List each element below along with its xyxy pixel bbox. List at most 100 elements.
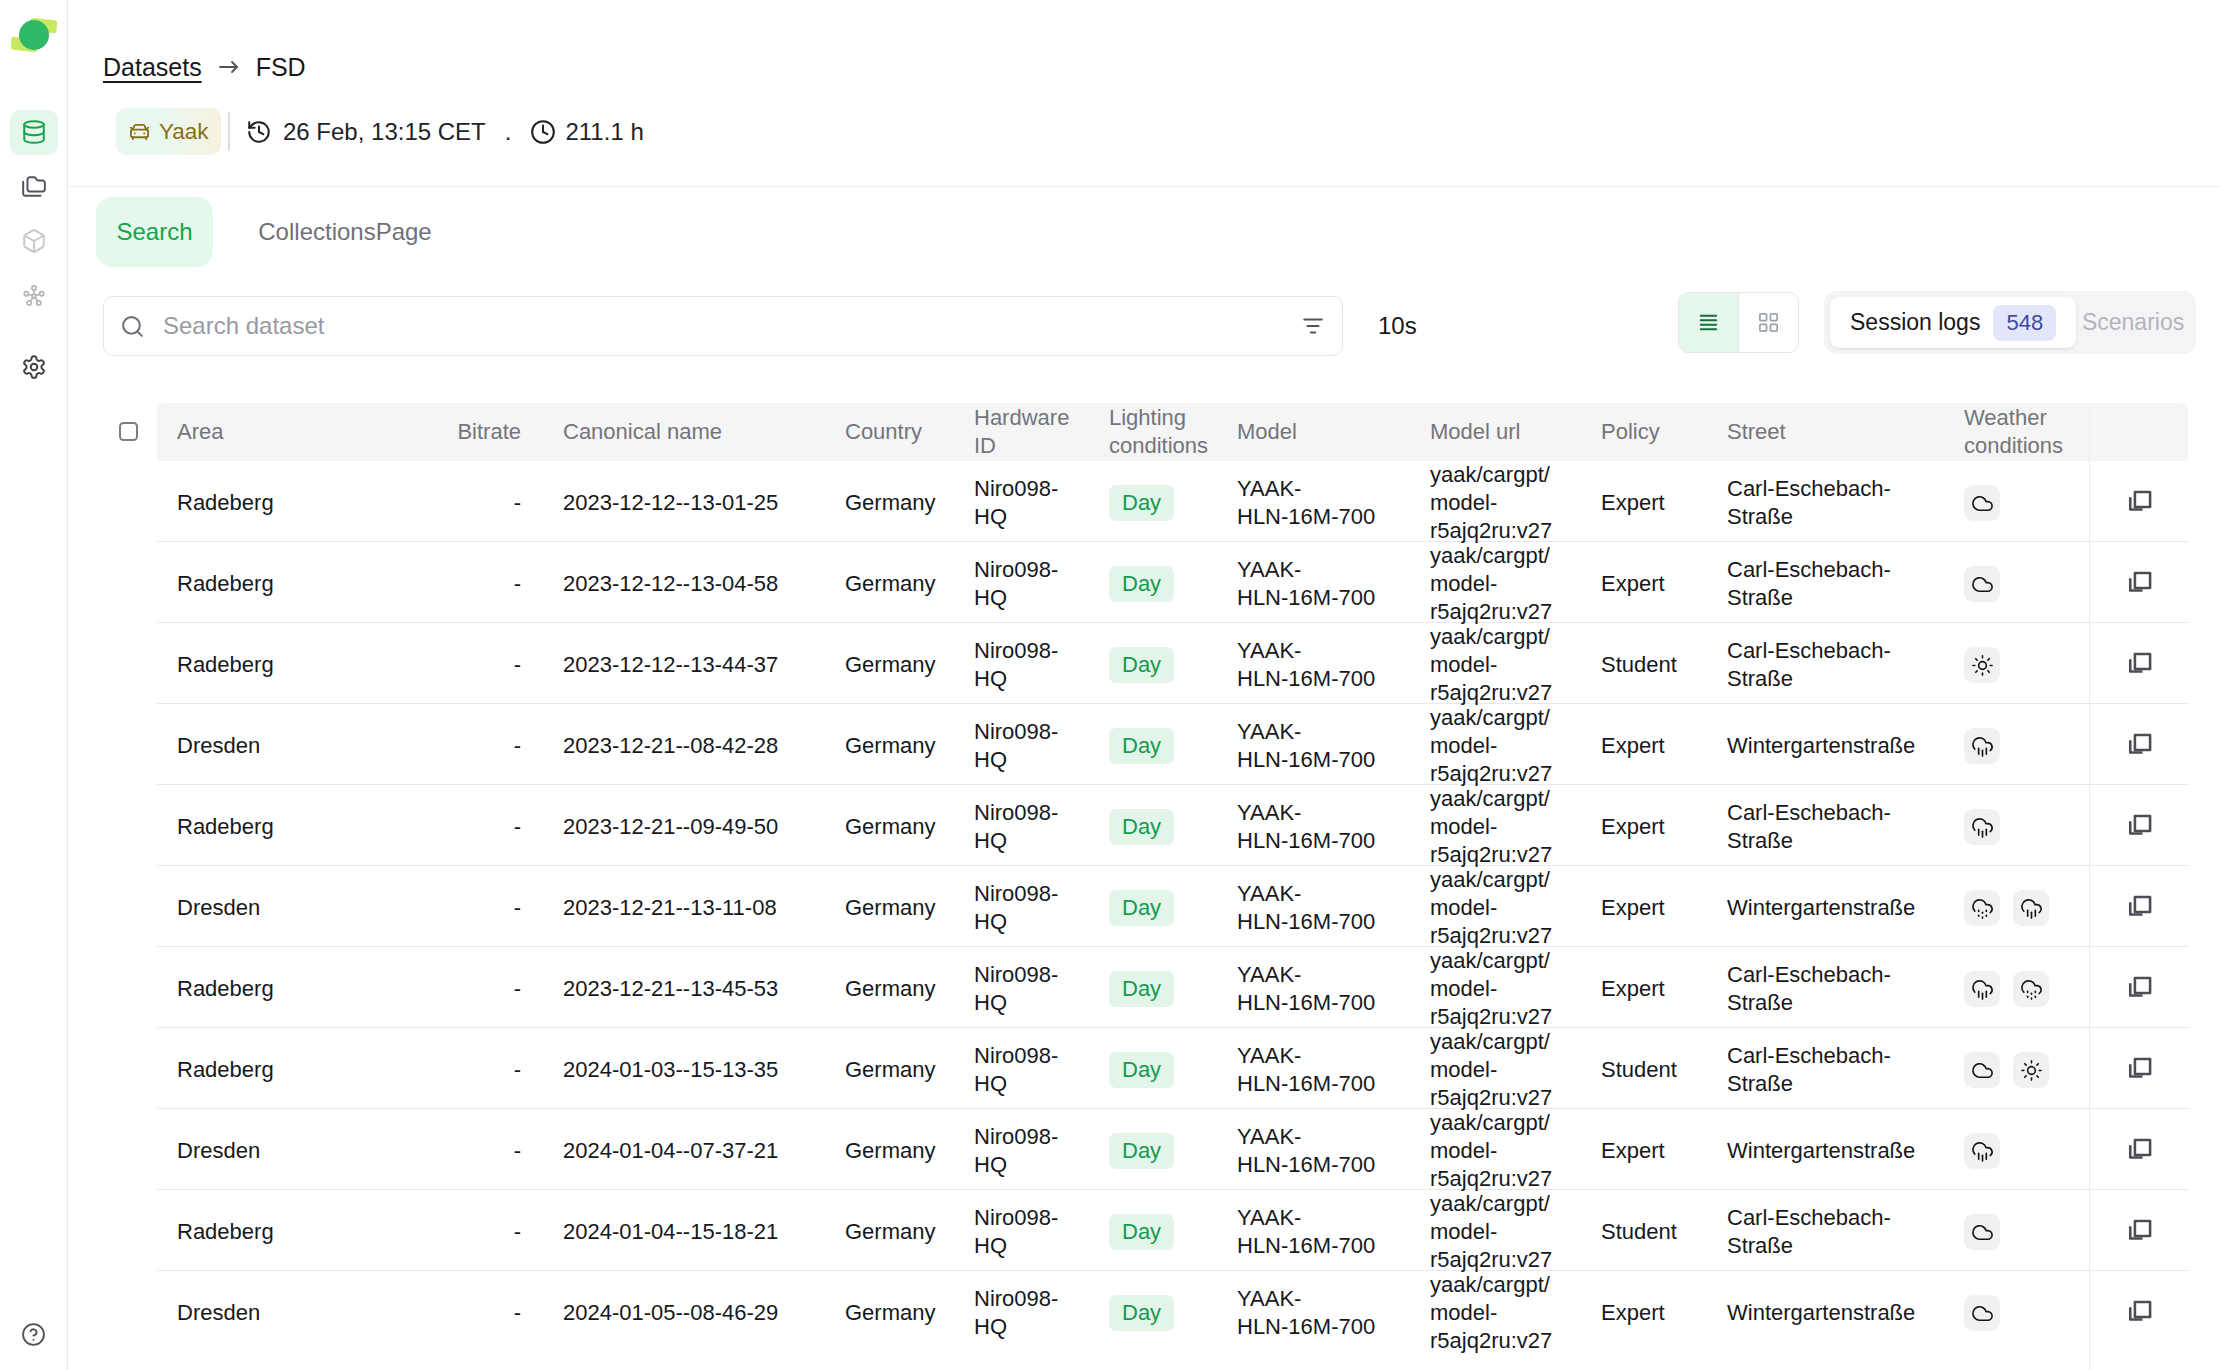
cloud-rain-icon bbox=[1971, 816, 1994, 839]
table-row[interactable]: Radeberg - 2023-12-21--09-49-50 Germany … bbox=[157, 785, 2188, 866]
cell-canonical-name: 2024-01-04--07-37-21 bbox=[543, 1137, 825, 1165]
table-row[interactable]: Radeberg - 2023-12-12--13-04-58 Germany … bbox=[157, 542, 2188, 623]
copy-button[interactable] bbox=[2089, 732, 2188, 760]
sidebar bbox=[0, 0, 68, 1370]
datasets-table: Area Bitrate Canonical name Country Hard… bbox=[157, 403, 2188, 1352]
cell-country: Germany bbox=[825, 651, 954, 679]
box-icon[interactable] bbox=[21, 228, 47, 254]
cell-weather bbox=[1944, 728, 2089, 764]
weather-chip bbox=[1964, 1214, 2000, 1250]
cell-policy: Expert bbox=[1581, 570, 1707, 598]
vehicle-badge[interactable]: Yaak bbox=[116, 108, 221, 155]
copy-button[interactable] bbox=[2089, 489, 2188, 517]
col-header-model-url[interactable]: Model url bbox=[1410, 418, 1581, 446]
cell-policy: Student bbox=[1581, 651, 1707, 679]
copy-button[interactable] bbox=[2089, 1137, 2188, 1165]
cell-lighting: Day bbox=[1089, 971, 1217, 1007]
table-header-row: Area Bitrate Canonical name Country Hard… bbox=[157, 403, 2188, 461]
cloud-icon bbox=[1971, 1221, 1994, 1244]
cell-street: Carl-Eschebach-Straße bbox=[1707, 637, 1944, 693]
select-all-checkbox[interactable] bbox=[119, 422, 138, 441]
cell-area: Dresden bbox=[157, 894, 441, 922]
breadcrumb-datasets-link[interactable]: Datasets bbox=[103, 53, 202, 82]
session-logs-button[interactable]: Session logs 548 bbox=[1830, 297, 2076, 348]
lighting-badge: Day bbox=[1109, 809, 1174, 845]
table-row[interactable]: Radeberg - 2023-12-12--13-44-37 Germany … bbox=[157, 623, 2188, 704]
copy-icon bbox=[2125, 732, 2153, 760]
weather-chip bbox=[1964, 890, 2000, 926]
copy-button[interactable] bbox=[2089, 570, 2188, 598]
cloud-rain-icon bbox=[1971, 978, 1994, 1001]
cell-country: Germany bbox=[825, 489, 954, 517]
weather-chip bbox=[1964, 809, 2000, 845]
cell-model-url: yaak/cargpt/model-r5ajq2ru:v27 bbox=[1410, 704, 1581, 788]
copy-button[interactable] bbox=[2089, 975, 2188, 1003]
col-header-lighting-conditions[interactable]: Lighting conditions bbox=[1089, 404, 1217, 460]
col-header-model[interactable]: Model bbox=[1217, 418, 1410, 446]
search-icon bbox=[120, 314, 145, 339]
cell-bitrate: - bbox=[441, 570, 543, 598]
table-row[interactable]: Radeberg - 2023-12-12--13-01-25 Germany … bbox=[157, 461, 2188, 542]
cell-bitrate: - bbox=[441, 894, 543, 922]
col-header-policy[interactable]: Policy bbox=[1581, 418, 1707, 446]
cell-street: Carl-Eschebach-Straße bbox=[1707, 799, 1944, 855]
vehicle-badge-label: Yaak bbox=[159, 119, 209, 145]
cell-model-url: yaak/cargpt/model-r5ajq2ru:v27 bbox=[1410, 542, 1581, 626]
copy-button[interactable] bbox=[2089, 1218, 2188, 1246]
weather-chip bbox=[1964, 971, 2000, 1007]
folders-icon[interactable] bbox=[21, 173, 47, 199]
cell-lighting: Day bbox=[1089, 1133, 1217, 1169]
cell-lighting: Day bbox=[1089, 647, 1217, 683]
workflow-icon[interactable] bbox=[21, 283, 47, 309]
col-header-street[interactable]: Street bbox=[1707, 418, 1944, 446]
col-header-hardware-id[interactable]: Hardware ID bbox=[954, 404, 1089, 460]
table-row[interactable]: Dresden - 2024-01-04--07-37-21 Germany N… bbox=[157, 1109, 2188, 1190]
cell-policy: Expert bbox=[1581, 894, 1707, 922]
cell-hardware-id: Niro098-HQ bbox=[954, 718, 1089, 774]
cell-model-url: yaak/cargpt/model-r5ajq2ru:v27 bbox=[1410, 623, 1581, 707]
col-header-weather-conditions[interactable]: Weather conditions bbox=[1944, 404, 2089, 460]
table-row[interactable]: Dresden - 2023-12-21--08-42-28 Germany N… bbox=[157, 704, 2188, 785]
col-header-bitrate[interactable]: Bitrate bbox=[441, 418, 543, 446]
cell-hardware-id: Niro098-HQ bbox=[954, 961, 1089, 1017]
cell-country: Germany bbox=[825, 1299, 954, 1327]
cell-canonical-name: 2023-12-21--09-49-50 bbox=[543, 813, 825, 841]
list-view-button[interactable] bbox=[1679, 293, 1738, 352]
cell-area: Dresden bbox=[157, 732, 441, 760]
cell-bitrate: - bbox=[441, 1137, 543, 1165]
tab-search[interactable]: Search bbox=[96, 197, 213, 267]
copy-button[interactable] bbox=[2089, 1056, 2188, 1084]
database-icon[interactable] bbox=[21, 119, 47, 145]
cell-model-url: yaak/cargpt/model-r5ajq2ru:v27 bbox=[1410, 1190, 1581, 1274]
cloud-icon bbox=[1971, 1059, 1994, 1082]
cell-area: Radeberg bbox=[157, 1056, 441, 1084]
cell-hardware-id: Niro098-HQ bbox=[954, 1042, 1089, 1098]
copy-button[interactable] bbox=[2089, 651, 2188, 679]
settings-icon[interactable] bbox=[21, 354, 47, 380]
help-icon[interactable] bbox=[21, 1322, 46, 1347]
interval-value: 10s bbox=[1378, 296, 1417, 356]
col-header-country[interactable]: Country bbox=[825, 418, 954, 446]
search-input[interactable] bbox=[163, 312, 1300, 340]
copy-button[interactable] bbox=[2089, 1299, 2188, 1327]
filter-icon[interactable] bbox=[1300, 313, 1326, 339]
scenarios-button[interactable]: Scenarios bbox=[2076, 309, 2190, 336]
cell-canonical-name: 2023-12-12--13-01-25 bbox=[543, 489, 825, 517]
col-header-canonical-name[interactable]: Canonical name bbox=[543, 418, 825, 446]
table-row[interactable]: Radeberg - 2024-01-04--15-18-21 Germany … bbox=[157, 1190, 2188, 1271]
table-row[interactable]: Radeberg - 2023-12-21--13-45-53 Germany … bbox=[157, 947, 2188, 1028]
cell-country: Germany bbox=[825, 732, 954, 760]
table-row[interactable]: Dresden - 2024-01-05--08-46-29 Germany N… bbox=[157, 1271, 2188, 1352]
table-row[interactable]: Dresden - 2023-12-21--13-11-08 Germany N… bbox=[157, 866, 2188, 947]
table-row[interactable]: Radeberg - 2024-01-03--15-13-35 Germany … bbox=[157, 1028, 2188, 1109]
copy-button[interactable] bbox=[2089, 813, 2188, 841]
col-header-area[interactable]: Area bbox=[157, 418, 441, 446]
cell-canonical-name: 2024-01-04--15-18-21 bbox=[543, 1218, 825, 1246]
weather-chip bbox=[1964, 566, 2000, 602]
history-icon bbox=[246, 119, 272, 145]
copy-button[interactable] bbox=[2089, 894, 2188, 922]
cell-canonical-name: 2024-01-05--08-46-29 bbox=[543, 1299, 825, 1327]
grid-view-button[interactable] bbox=[1738, 293, 1798, 352]
tab-collections-page[interactable]: CollectionsPage bbox=[240, 197, 450, 267]
cell-model: YAAK-HLN-16M-700 bbox=[1217, 637, 1410, 693]
